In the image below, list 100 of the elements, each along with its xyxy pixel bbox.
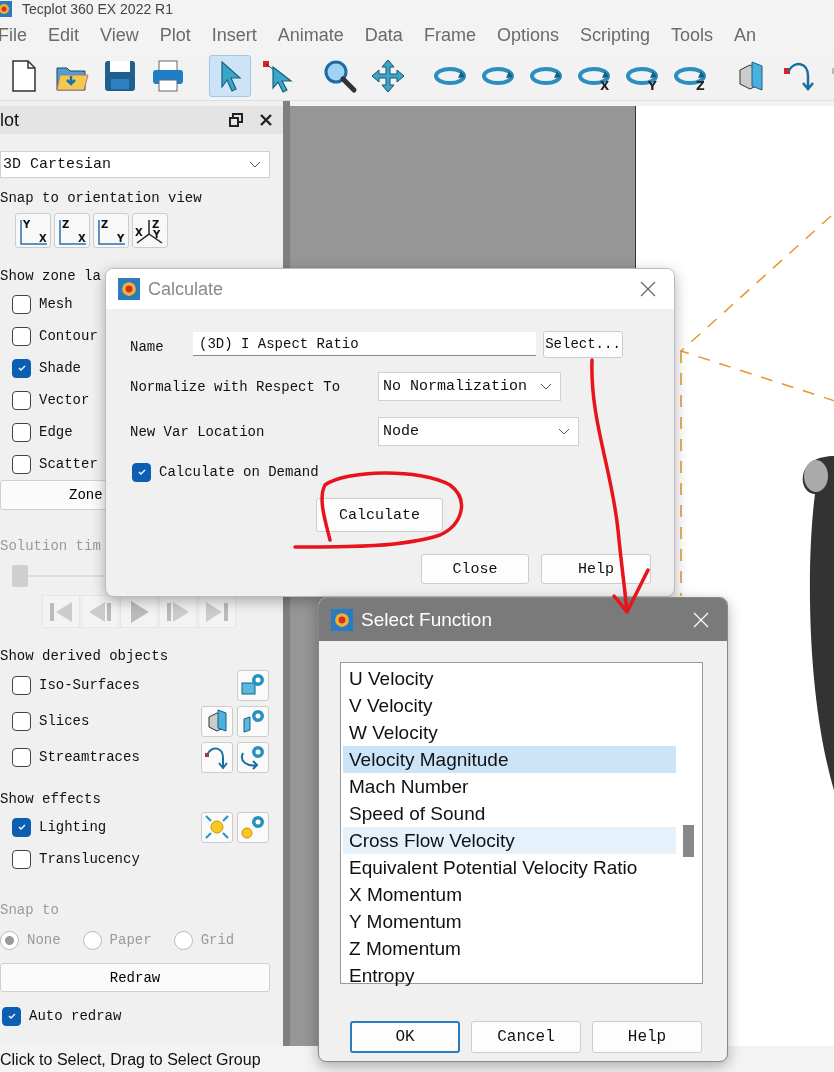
close-button[interactable]: Close xyxy=(421,554,529,584)
menu-item[interactable]: Plot xyxy=(159,24,191,46)
dialog-title: Select Function xyxy=(361,608,493,631)
checkbox[interactable] xyxy=(12,422,31,442)
checkbox[interactable] xyxy=(12,817,31,837)
help-button[interactable]: Help xyxy=(592,1021,702,1053)
cancel-button[interactable]: Cancel xyxy=(471,1021,581,1053)
close-icon[interactable] xyxy=(259,113,273,127)
checkbox-label: Translucency xyxy=(39,851,140,867)
location-dropdown[interactable]: Node xyxy=(378,417,579,446)
checkbox-label: Scatter xyxy=(39,456,98,472)
menu-item[interactable]: Animate xyxy=(277,24,344,46)
dialog-title: Calculate xyxy=(148,278,225,300)
view-orientation-button[interactable]: Z Y xyxy=(93,213,129,248)
checkbox[interactable] xyxy=(2,1006,21,1026)
panel-title: lot xyxy=(0,109,20,131)
checkbox-label: Slices xyxy=(39,713,90,729)
checkbox[interactable] xyxy=(12,849,31,869)
menu-item[interactable]: Data xyxy=(364,24,403,46)
ok-button[interactable]: OK xyxy=(350,1021,460,1053)
field-label: Normalize with Respect To xyxy=(130,378,342,395)
list-item[interactable]: V Velocity xyxy=(343,692,676,719)
section-label: Show zone la xyxy=(0,267,102,286)
menu-item[interactable]: Insert xyxy=(211,24,257,46)
menu-item[interactable]: Tools xyxy=(671,24,713,46)
section-label: Show derived objects xyxy=(0,647,170,666)
checkbox[interactable] xyxy=(132,462,151,482)
section-label: Show effects xyxy=(0,790,102,809)
checkbox-label: Iso-Surfaces xyxy=(39,677,140,693)
checkbox-label: Calculate on Demand xyxy=(159,464,319,480)
name-field[interactable]: (3D) I Aspect Ratio xyxy=(193,332,536,356)
list-item[interactable]: Equivalent Potential Velocity Ratio xyxy=(343,854,676,881)
checkbox-label: Lighting xyxy=(39,819,107,835)
checkbox-label: Mesh xyxy=(39,296,73,312)
checkbox[interactable] xyxy=(12,711,31,731)
menu-item[interactable]: An xyxy=(734,24,757,46)
checkbox[interactable] xyxy=(12,747,31,767)
magnifier-icon xyxy=(322,58,358,94)
section-label: Solution tim xyxy=(0,537,102,556)
select-button[interactable]: Select... xyxy=(543,330,623,358)
tool-button[interactable] xyxy=(201,741,233,773)
list-item[interactable]: Entropy xyxy=(343,962,676,989)
checkbox[interactable] xyxy=(12,358,31,378)
menu-item[interactable]: Scripting xyxy=(579,24,650,46)
list-item[interactable]: Y Momentum xyxy=(343,908,676,935)
list-item[interactable]: X Momentum xyxy=(343,881,676,908)
cursor-icon xyxy=(260,58,296,94)
status-text: Click to Select, Drag to Select Group xyxy=(0,1050,261,1069)
menu-item[interactable]: Frame xyxy=(423,24,476,46)
list-item[interactable]: Speed of Sound xyxy=(343,800,676,827)
slider-thumb[interactable] xyxy=(12,565,28,587)
move-arrows-icon xyxy=(370,58,406,94)
menu-item[interactable]: View xyxy=(100,24,139,46)
normalization-dropdown[interactable]: No Normalization xyxy=(378,372,561,401)
view-orientation-button[interactable]: Z X xyxy=(54,213,90,248)
printer-icon xyxy=(150,58,186,94)
close-icon[interactable] xyxy=(640,281,656,297)
checkbox-label: Edge xyxy=(39,424,73,440)
checkbox[interactable] xyxy=(12,454,31,474)
menu-item[interactable]: File xyxy=(0,24,27,46)
radio-label: Paper xyxy=(109,932,152,948)
checkbox-label: Vector xyxy=(39,392,90,408)
checkbox-label: Contour xyxy=(39,328,98,344)
app-logo-icon xyxy=(0,1,12,17)
calculate-button[interactable]: Calculate xyxy=(316,498,443,532)
scrollbar-thumb[interactable] xyxy=(683,825,694,857)
checkbox-label: Auto redraw xyxy=(29,1008,122,1024)
list-item[interactable]: Velocity Magnitude xyxy=(343,746,676,773)
field-label: New Var Location xyxy=(130,423,266,440)
window-title: Tecplot 360 EX 2022 R1 xyxy=(22,2,173,16)
tool-button[interactable] xyxy=(201,811,233,843)
list-item[interactable]: Z Momentum xyxy=(343,935,676,962)
checkbox-label: Streamtraces xyxy=(39,749,140,765)
checkbox[interactable] xyxy=(12,326,31,346)
chevron-down-icon xyxy=(558,427,570,436)
tool-button[interactable] xyxy=(201,705,233,737)
plot-type-dropdown[interactable]: 3D Cartesian xyxy=(0,151,270,178)
menu-item[interactable]: Edit xyxy=(48,24,80,46)
section-label: Snap to orientation view xyxy=(0,189,203,208)
chevron-down-icon xyxy=(249,160,261,169)
help-button[interactable]: Help xyxy=(541,554,651,584)
field-label: Name xyxy=(130,339,165,355)
radio-label: Grid xyxy=(200,932,235,948)
list-item[interactable]: Cross Flow Velocity xyxy=(343,827,676,854)
restore-icon[interactable] xyxy=(229,113,243,127)
redraw-button[interactable]: Redraw xyxy=(0,963,270,992)
radio-label: None xyxy=(27,932,61,948)
view-orientation-button[interactable]: Y X xyxy=(15,213,51,248)
checkbox[interactable] xyxy=(12,390,31,410)
list-item[interactable]: Mach Number xyxy=(343,773,676,800)
list-item[interactable]: W Velocity xyxy=(343,719,676,746)
menu-item[interactable]: Options xyxy=(496,24,559,46)
app-logo-icon xyxy=(118,278,140,300)
checkbox[interactable] xyxy=(12,675,31,695)
section-label: Snap to xyxy=(0,901,60,920)
list-item[interactable]: U Velocity xyxy=(343,665,676,692)
checkbox[interactable] xyxy=(12,294,31,314)
chevron-down-icon xyxy=(540,382,552,391)
checkbox-label: Shade xyxy=(39,360,81,376)
sun-icon xyxy=(203,813,231,841)
